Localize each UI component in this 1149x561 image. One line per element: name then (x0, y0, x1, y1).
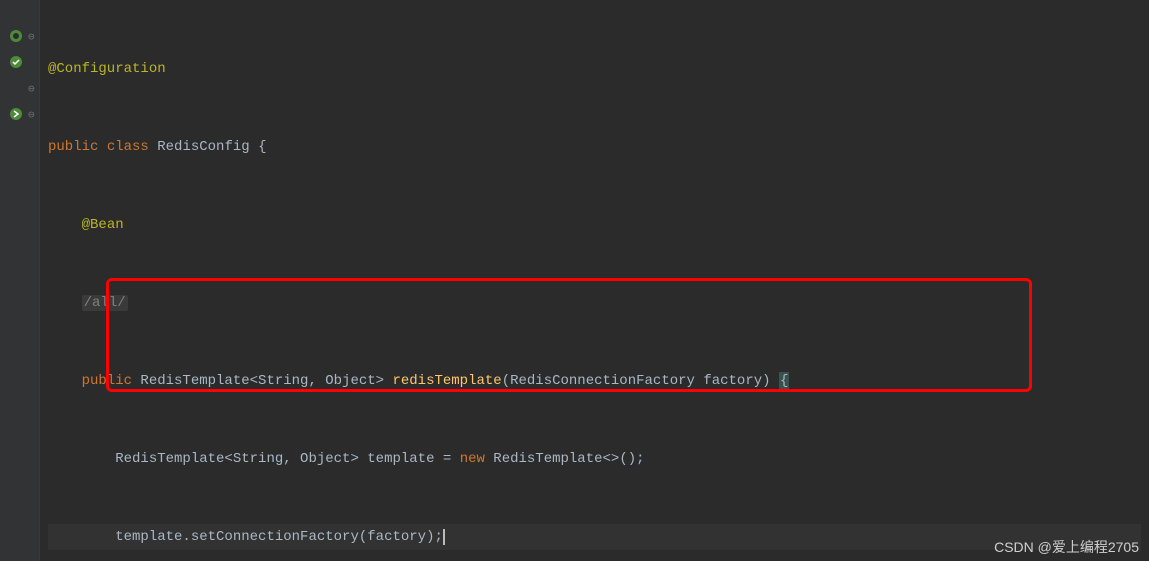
fold-icon[interactable]: ⊖ (28, 108, 40, 120)
bean-icon (8, 54, 24, 70)
editor-gutter: ⊖ ⊖ ⊖ (0, 0, 40, 561)
annotation: @Configuration (48, 61, 166, 77)
code-editor[interactable]: @Configuration public class RedisConfig … (40, 0, 1149, 561)
keyword: public (82, 373, 141, 389)
fold-icon[interactable]: ⊖ (28, 30, 40, 42)
watermark: CSDN @爱上编程2705 (994, 537, 1139, 557)
code-text: RedisTemplate<String, Object> template = (115, 451, 459, 467)
code-text: template.setConnectionFactory(factory); (115, 529, 443, 545)
code-text: RedisTemplate<>(); (493, 451, 644, 467)
fold-icon[interactable]: ⊖ (28, 82, 40, 94)
annotation: @Bean (82, 217, 124, 233)
keyword: new (460, 451, 494, 467)
caret (443, 529, 445, 545)
method-icon (8, 106, 24, 122)
keyword: class (107, 139, 157, 155)
keyword: public (48, 139, 107, 155)
brace: { (258, 139, 266, 155)
params: (RedisConnectionFactory factory) (502, 373, 779, 389)
class-name: RedisConfig (157, 139, 258, 155)
brace: { (779, 372, 789, 390)
return-type: RedisTemplate<String, Object> (140, 373, 392, 389)
folded-region[interactable]: /all/ (82, 295, 128, 311)
method-name: redisTemplate (392, 373, 501, 389)
class-icon (8, 28, 24, 44)
